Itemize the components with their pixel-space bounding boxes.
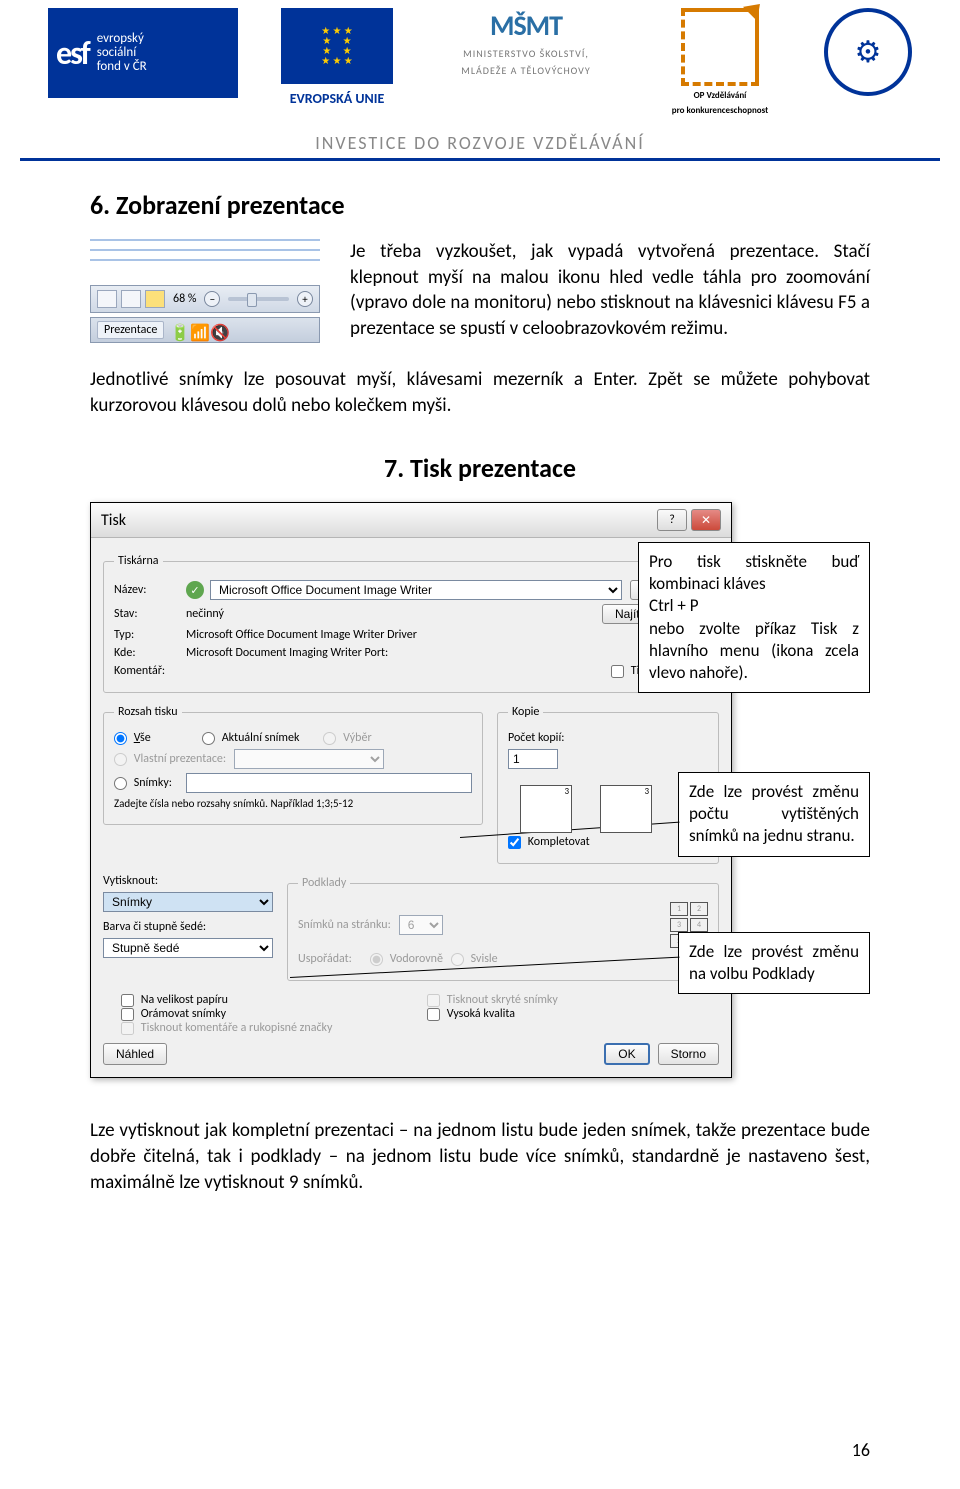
section-7-para: Lze vytisknout jak kompletní prezentaci … bbox=[90, 1118, 870, 1195]
radio-custom-show: Vlastní prezentace: bbox=[114, 752, 226, 766]
radio-all[interactable]: Vše bbox=[114, 731, 178, 745]
close-button[interactable]: ✕ bbox=[691, 509, 721, 531]
color-mode-select[interactable]: Stupně šedé bbox=[103, 938, 273, 958]
esf-logo: esf evropský sociální fond v ČR bbox=[48, 8, 238, 98]
esf-text: evropský sociální fond v ČR bbox=[97, 32, 147, 75]
opvk-line2: pro konkurenceschopnost bbox=[640, 105, 800, 116]
radio-selection: Výběr bbox=[323, 731, 387, 745]
radio-current[interactable]: Aktuální snímek bbox=[202, 731, 299, 745]
powerpoint-zoom-bar: 68 % − + bbox=[90, 285, 320, 313]
callout-leader-lines bbox=[90, 239, 320, 279]
callout-slides-per-page: Zde lze provést změnu počtu vytištěných … bbox=[678, 772, 870, 856]
battery-icon: 🔋 bbox=[170, 323, 184, 337]
fit-to-paper-check[interactable]: Na velikost papíru bbox=[121, 993, 228, 1007]
powerpoint-status-bar: Prezentace 🔋 📶 🔇 bbox=[90, 317, 320, 343]
investice-caption: INVESTICE DO ROZVOJE VZDĚLÁVÁNÍ bbox=[0, 132, 960, 154]
label-state: Stav: bbox=[114, 607, 178, 621]
sorter-view-icon[interactable] bbox=[121, 290, 141, 308]
speaker-mute-icon: 🔇 bbox=[210, 323, 224, 337]
section-6-heading: 6. Zobrazení prezentace bbox=[90, 189, 870, 221]
msmt-line1: MINISTERSTVO ŠKOLSTVÍ, bbox=[436, 47, 616, 60]
radio-horizontal: Vodorovně bbox=[370, 952, 443, 966]
print-dialog-titlebar: Tisk ? ✕ bbox=[91, 503, 731, 538]
custom-show-select bbox=[234, 749, 384, 769]
eu-flag-icon: ★ ★ ★★ ★★ ★★ ★ ★ bbox=[281, 8, 393, 84]
handouts-legend: Podklady bbox=[298, 876, 350, 890]
printer-legend: Tiskárna bbox=[114, 554, 163, 568]
callout-handouts: Zde lze provést změnu na volbu Podklady bbox=[678, 932, 870, 994]
printer-where: Microsoft Document Imaging Writer Port: bbox=[186, 646, 708, 660]
network-icon: 📶 bbox=[190, 323, 204, 337]
label-color: Barva či stupně šedé: bbox=[103, 920, 206, 934]
msmt-logo: MŠMT MINISTERSTVO ŠKOLSTVÍ, MLÁDEŽE A TĚ… bbox=[436, 8, 616, 77]
range-fieldset: Rozsah tisku Vše Aktuální snímek Výběr V… bbox=[103, 705, 483, 825]
eu-logo: ★ ★ ★★ ★★ ★★ ★ ★ EVROPSKÁ UNIE bbox=[262, 8, 412, 118]
radio-slides[interactable]: Snímky: bbox=[114, 776, 178, 790]
print-what-select[interactable]: Snímky bbox=[103, 892, 273, 912]
slides-per-page-select: 6 bbox=[399, 915, 443, 935]
page-number: 16 bbox=[852, 1439, 870, 1461]
zoom-out-icon[interactable]: − bbox=[204, 291, 220, 307]
normal-view-icon[interactable] bbox=[97, 290, 117, 308]
frame-slides-check[interactable]: Orámovat snímky bbox=[121, 1007, 226, 1021]
section-6-para1: Je třeba vyzkoušet, jak vypadá vytvořená… bbox=[350, 239, 870, 342]
radio-vertical: Svisle bbox=[451, 952, 515, 966]
printer-ready-icon: ✓ bbox=[186, 581, 204, 599]
collate-preview-icon-2: 3 bbox=[588, 773, 658, 831]
zoom-in-icon[interactable]: + bbox=[297, 291, 313, 307]
callout-ctrl-p: Pro tisk stiskněte buď kombinaci kláves … bbox=[638, 542, 870, 693]
label-per-page: Snímků na stránku: bbox=[298, 918, 391, 932]
collate-preview-icon: 3 bbox=[508, 773, 578, 831]
opvk-logo: OP Vzdělávání pro konkurenceschopnost bbox=[640, 8, 800, 116]
msmt-mark: MŠMT bbox=[436, 8, 616, 43]
label-comment: Komentář: bbox=[114, 664, 178, 678]
section-7-heading: 7. Tisk prezentace bbox=[90, 452, 870, 484]
preview-button[interactable]: Náhled bbox=[103, 1043, 167, 1065]
collate-check[interactable]: Kompletovat bbox=[508, 835, 590, 849]
printer-name-select[interactable]: Microsoft Office Document Image Writer bbox=[210, 580, 622, 600]
print-dialog: Tisk ? ✕ Tiskárna Název: ✓ bbox=[90, 502, 732, 1078]
copies-legend: Kopie bbox=[508, 705, 543, 719]
slides-hint: Zadejte čísla nebo rozsahy snímků. Napří… bbox=[114, 797, 353, 810]
section-6-para2: Jednotlivé snímky lze posouvat myší, klá… bbox=[90, 367, 870, 418]
zoom-slider[interactable] bbox=[228, 297, 289, 301]
high-quality-check[interactable]: Vysoká kvalita bbox=[427, 1007, 515, 1021]
label-type: Typ: bbox=[114, 628, 178, 642]
esf-mark: esf bbox=[56, 34, 89, 73]
opvk-line1: OP Vzdělávání bbox=[640, 90, 800, 101]
dialog-title: Tisk bbox=[101, 511, 126, 530]
label-where: Kde: bbox=[114, 646, 178, 660]
document-header: esf evropský sociální fond v ČR ★ ★ ★★ ★… bbox=[0, 0, 960, 122]
school-gear-logo-icon: ⚙ bbox=[824, 8, 912, 96]
status-mode-label: Prezentace bbox=[97, 321, 164, 339]
label-print-what: Vytisknout: bbox=[103, 874, 167, 888]
help-button[interactable]: ? bbox=[657, 509, 687, 531]
print-hidden-check: Tisknout skryté snímky bbox=[427, 993, 558, 1007]
slideshow-view-icon[interactable] bbox=[145, 290, 165, 308]
header-rule bbox=[20, 158, 940, 161]
zoom-percent[interactable]: 68 % bbox=[169, 292, 200, 306]
print-comments-check: Tisknout komentáře a rukopisné značky bbox=[121, 1021, 332, 1035]
printer-state: nečinný bbox=[186, 607, 594, 621]
printer-type: Microsoft Office Document Image Writer D… bbox=[186, 628, 708, 642]
msmt-line2: MLÁDEŽE A TĚLOVÝCHOVY bbox=[436, 64, 616, 77]
opvk-box-icon bbox=[681, 8, 759, 86]
label-name: Název: bbox=[114, 583, 178, 597]
cancel-button[interactable]: Storno bbox=[658, 1043, 719, 1065]
ok-button[interactable]: OK bbox=[604, 1043, 649, 1065]
range-legend: Rozsah tisku bbox=[114, 705, 182, 719]
label-copies: Počet kopií: bbox=[508, 731, 572, 745]
label-order: Uspořádat: bbox=[298, 952, 362, 966]
eu-caption: EVROPSKÁ UNIE bbox=[290, 90, 385, 107]
slides-input[interactable] bbox=[186, 773, 472, 793]
copies-spinner[interactable] bbox=[508, 749, 558, 769]
printer-fieldset: Tiskárna Název: ✓ Microsoft Office Docum… bbox=[103, 554, 719, 693]
